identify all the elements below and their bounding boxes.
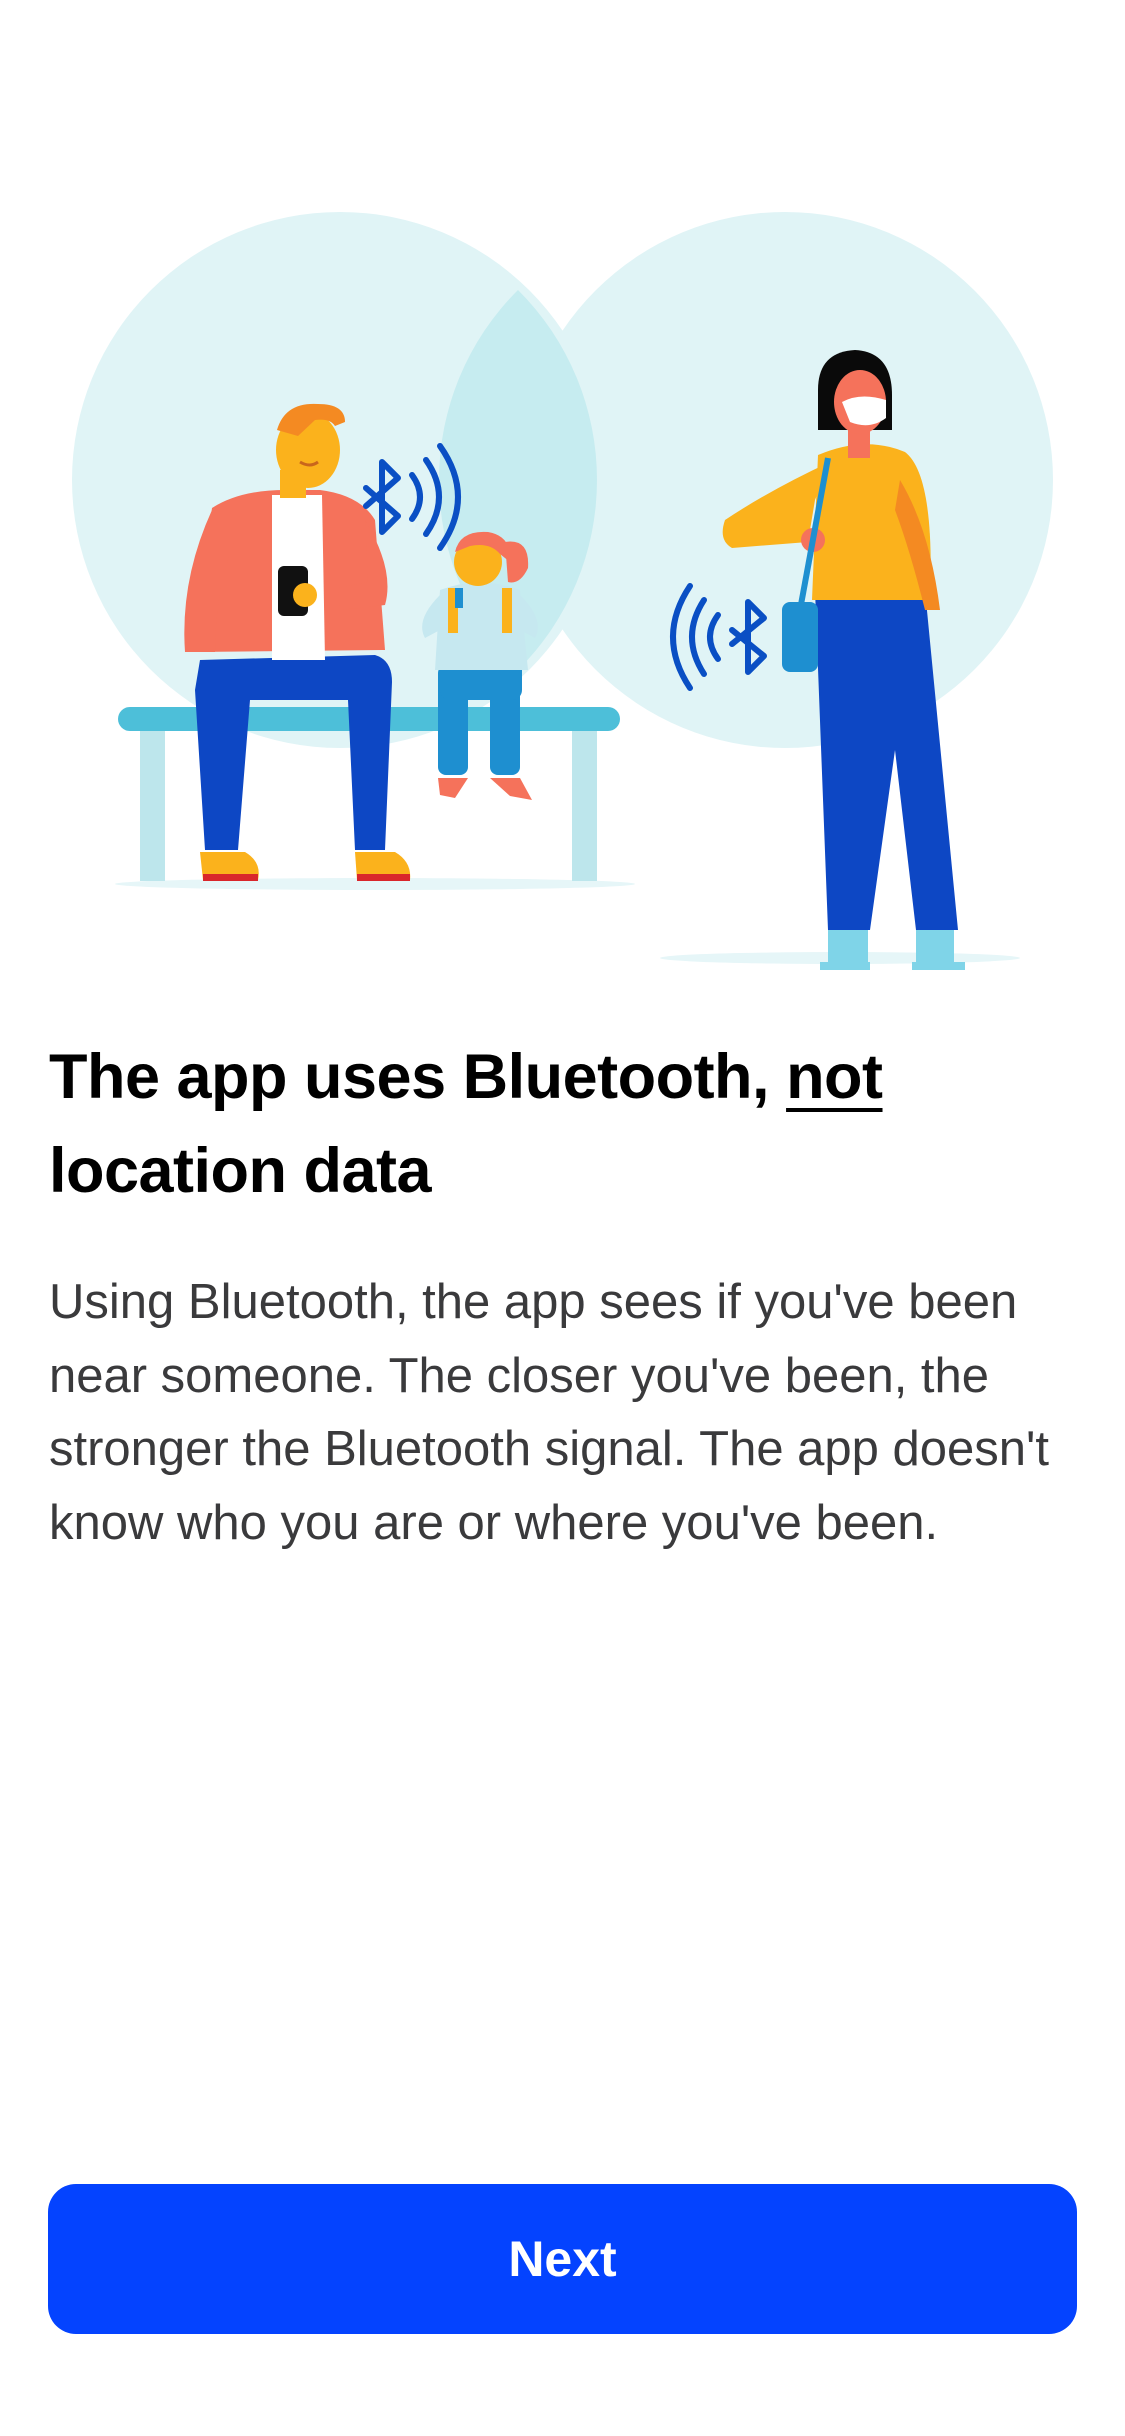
heading-emphasis: not: [786, 1042, 883, 1112]
next-button[interactable]: Next: [48, 2184, 1077, 2334]
heading-suffix: location data: [49, 1136, 432, 1206]
description-text: Using Bluetooth, the app sees if you've …: [49, 1275, 1050, 1550]
heading-prefix: The app uses Bluetooth,: [49, 1042, 787, 1112]
bluetooth-illustration: [0, 190, 1125, 972]
page-title: The app uses Bluetooth, not location dat…: [49, 1030, 1079, 1218]
